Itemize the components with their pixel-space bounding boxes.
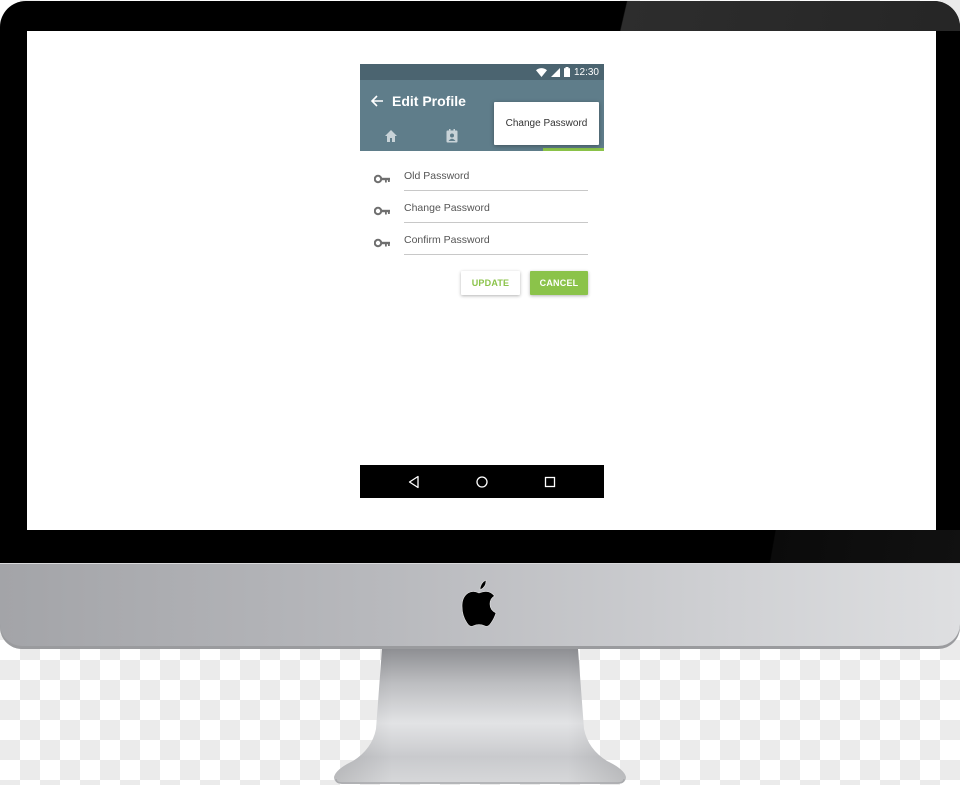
app-bar: Edit Profile Change Password	[360, 80, 604, 151]
nav-recents-button[interactable]	[516, 465, 584, 498]
monitor-bezel: 12:30 Edit Profile Change Password UPDAT…	[0, 1, 960, 563]
arrow-left-icon[interactable]	[370, 94, 384, 108]
back-triangle-icon	[408, 475, 419, 488]
page-title: Edit Profile	[392, 93, 466, 109]
phone-app: 12:30 Edit Profile Change Password UPDAT…	[360, 64, 604, 498]
wifi-icon	[535, 67, 547, 77]
monitor-stand	[334, 649, 626, 784]
nav-back-button[interactable]	[380, 465, 448, 498]
field-row-confirm-password	[360, 223, 604, 255]
app-title-row: Edit Profile	[370, 90, 466, 112]
home-icon	[384, 129, 397, 142]
battery-icon	[563, 67, 570, 77]
key-icon	[374, 206, 390, 216]
field-row-old-password	[360, 159, 604, 191]
nav-home-button[interactable]	[448, 465, 516, 498]
status-time: 12:30	[573, 66, 599, 78]
cell-signal-icon	[550, 67, 560, 77]
update-button[interactable]: UPDATE	[461, 271, 520, 295]
monitor-screen: 12:30 Edit Profile Change Password UPDAT…	[27, 31, 936, 530]
form-actions: UPDATE CANCEL	[360, 271, 604, 295]
tab-contacts[interactable]	[421, 120, 482, 151]
contact-card-icon	[446, 128, 457, 142]
popup-menu-change-password[interactable]: Change Password	[494, 102, 599, 145]
menu-item-change-password[interactable]: Change Password	[506, 118, 588, 129]
field-row-change-password	[360, 191, 604, 223]
home-circle-icon	[476, 475, 488, 488]
old-password-input[interactable]	[404, 167, 588, 191]
confirm-password-input[interactable]	[404, 231, 588, 255]
change-password-form: UPDATE CANCEL	[360, 151, 604, 295]
key-icon	[374, 174, 390, 184]
new-password-input[interactable]	[404, 199, 588, 223]
status-bar: 12:30	[360, 64, 604, 80]
tab-home[interactable]	[360, 120, 421, 151]
key-icon	[374, 238, 390, 248]
cancel-button[interactable]: CANCEL	[530, 271, 588, 295]
recents-square-icon	[544, 476, 556, 487]
apple-logo-icon	[461, 580, 497, 627]
android-nav-bar	[360, 465, 604, 498]
